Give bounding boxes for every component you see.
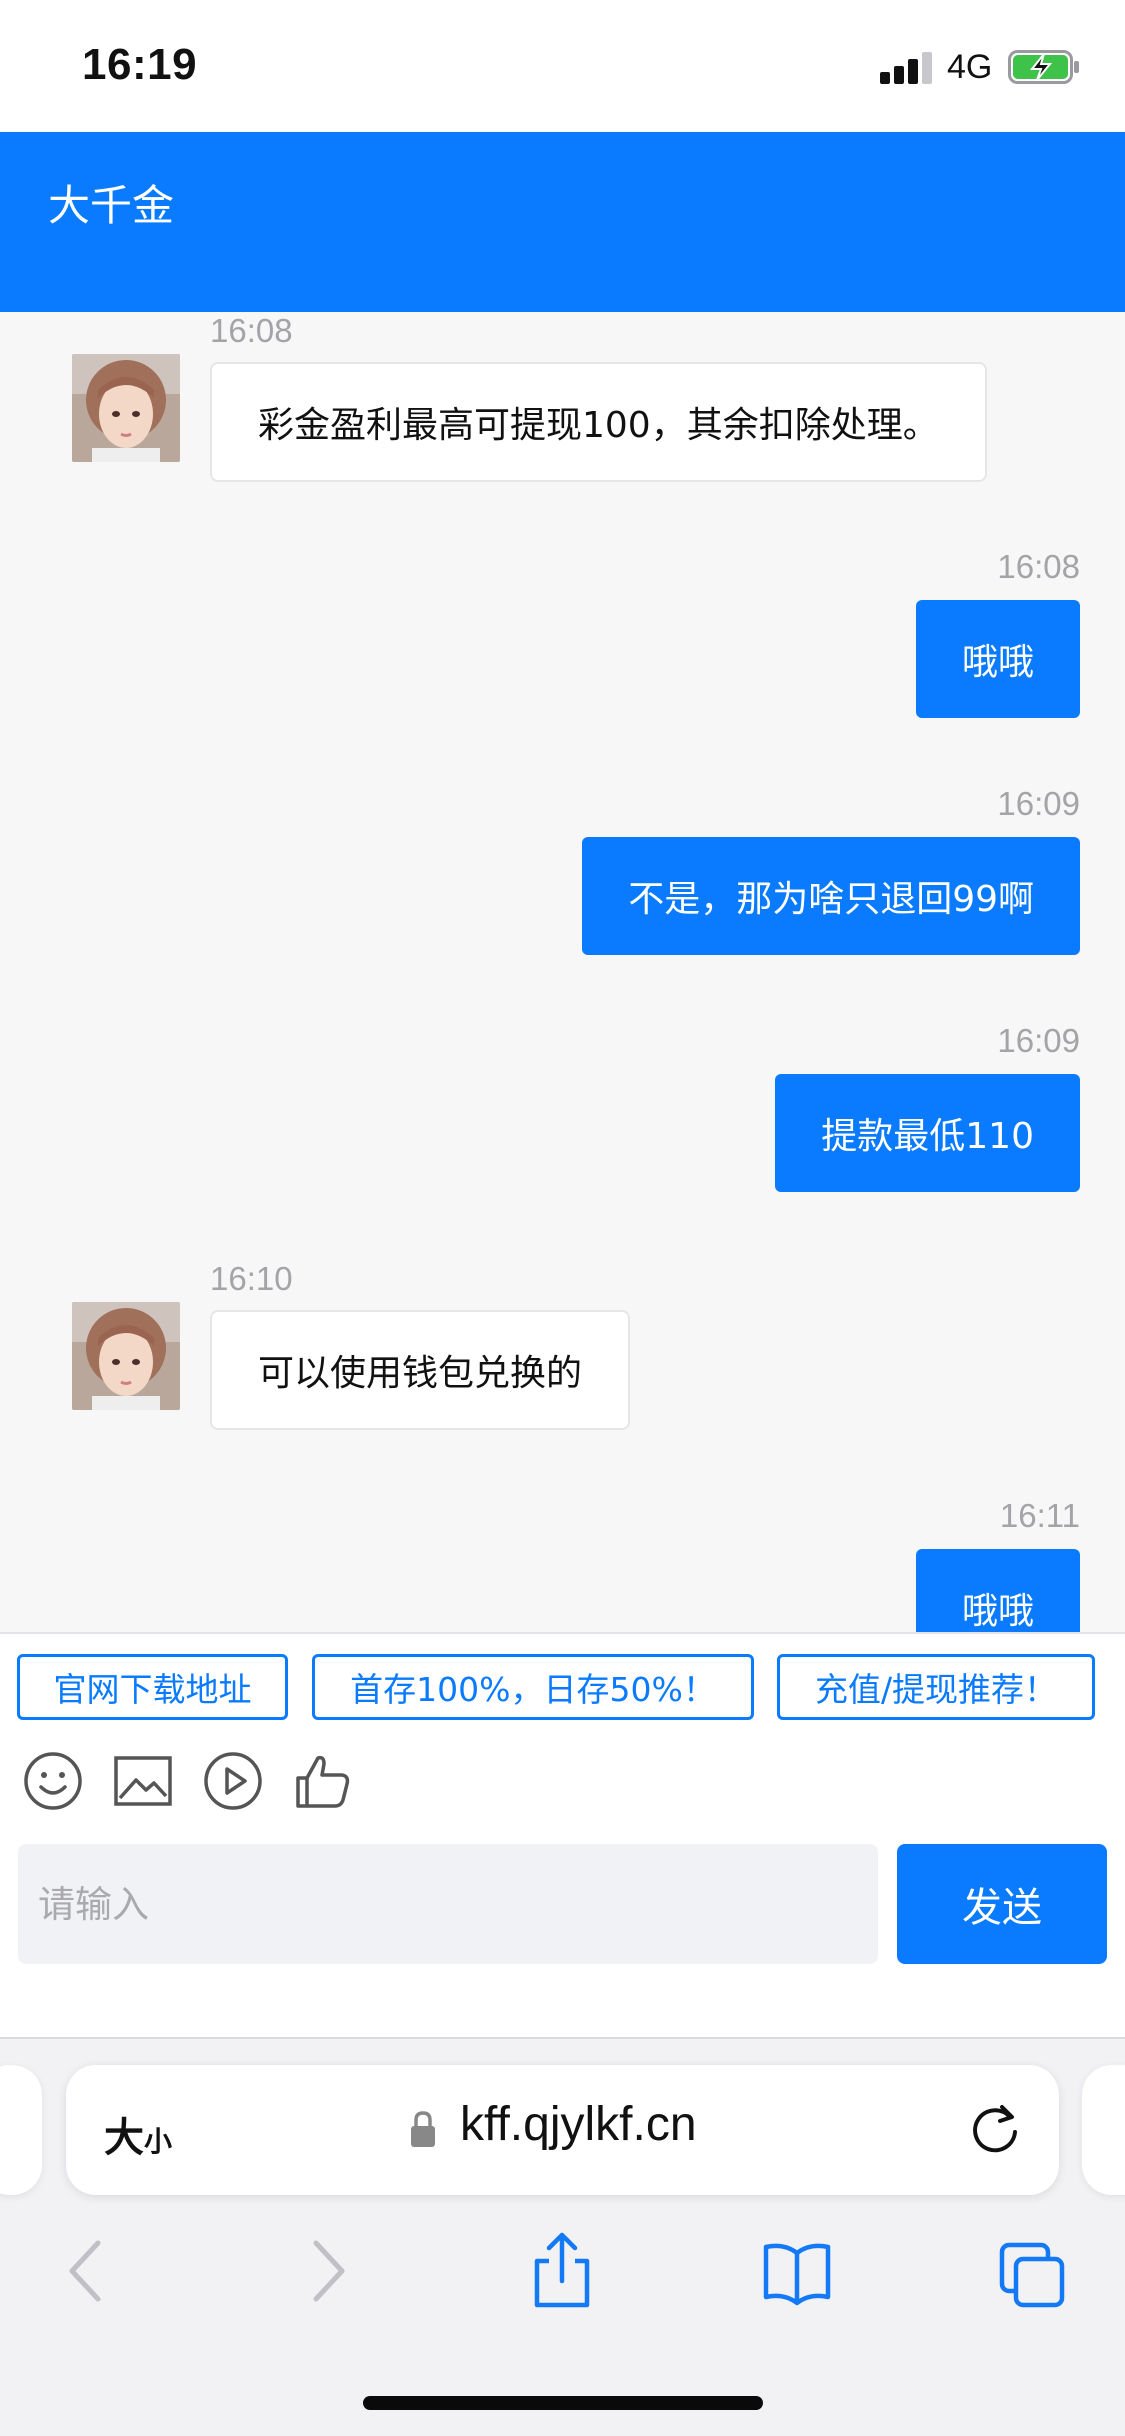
status-bar: 16:19 4G (0, 0, 1125, 132)
outgoing-message: 哦哦 (915, 1549, 1080, 1632)
outgoing-message: 哦哦 (915, 600, 1080, 718)
quick-reply-deposit-bonus[interactable]: 首存100%，日存50%！ (312, 1654, 754, 1720)
url-text[interactable]: kff.qjylkf.cn (460, 2097, 697, 2152)
outgoing-message: 提款最低110 (775, 1074, 1080, 1192)
chat-header: 大千金 (0, 132, 1125, 312)
emoji-icon[interactable] (22, 1750, 84, 1812)
lock-icon (411, 2111, 435, 2147)
video-icon[interactable] (202, 1750, 264, 1812)
incoming-message: 彩金盈利最高可提现100，其余扣除处理。 (210, 362, 987, 482)
screen: 16:19 4G 大千金 16:08 彩金盈利最高可提现100，其余扣除处理。 … (0, 0, 1125, 2436)
previous-tab-preview[interactable] (0, 2065, 42, 2195)
reload-icon[interactable] (966, 2101, 1024, 2159)
browser-toolbar: 大小 kff.qjylkf.cn (0, 2037, 1125, 2436)
chat-title: 大千金 (48, 181, 175, 230)
thumbs-up-icon[interactable] (292, 1750, 354, 1812)
text-size-big: 大 (104, 2115, 144, 2161)
bookmarks-icon[interactable] (762, 2231, 832, 2311)
composer-panel: 官网下载地址 首存100%，日存50%！ 充值/提现推荐！ 发送 (0, 1632, 1125, 2037)
incoming-message: 可以使用钱包兑换的 (210, 1310, 631, 1430)
next-tab-preview[interactable] (1082, 2065, 1125, 2195)
message-list[interactable]: 16:08 彩金盈利最高可提现100，其余扣除处理。 16:08 哦哦 16:0… (0, 312, 1125, 1632)
agent-avatar[interactable] (72, 354, 180, 462)
message-timestamp: 16:08 (997, 548, 1080, 585)
network-type: 4G (947, 48, 993, 86)
address-bar[interactable]: 大小 kff.qjylkf.cn (66, 2065, 1059, 2195)
cellular-signal-icon (880, 52, 936, 84)
quick-reply-recharge[interactable]: 充值/提现推荐！ (777, 1654, 1095, 1720)
message-timestamp: 16:09 (997, 1022, 1080, 1059)
message-timestamp: 16:09 (997, 785, 1080, 822)
send-button[interactable]: 发送 (897, 1844, 1107, 1964)
message-timestamp: 16:10 (210, 1260, 293, 1297)
agent-avatar[interactable] (72, 1302, 180, 1410)
share-icon[interactable] (527, 2231, 597, 2311)
message-timestamp: 16:08 (210, 312, 293, 349)
tabs-icon[interactable] (998, 2231, 1068, 2311)
text-size-button[interactable]: 大小 (104, 2105, 172, 2163)
forward-icon[interactable] (292, 2231, 362, 2311)
status-time: 16:19 (82, 40, 198, 89)
home-indicator[interactable] (363, 2396, 763, 2410)
battery-charging-icon (1008, 50, 1079, 84)
back-icon[interactable] (52, 2231, 122, 2311)
text-size-small: 小 (144, 2125, 173, 2158)
message-timestamp: 16:11 (999, 1497, 1080, 1534)
image-icon[interactable] (112, 1750, 174, 1812)
outgoing-message: 不是，那为啥只退回99啊 (582, 837, 1080, 955)
quick-reply-download[interactable]: 官网下载地址 (17, 1654, 288, 1720)
message-input[interactable] (18, 1844, 878, 1964)
